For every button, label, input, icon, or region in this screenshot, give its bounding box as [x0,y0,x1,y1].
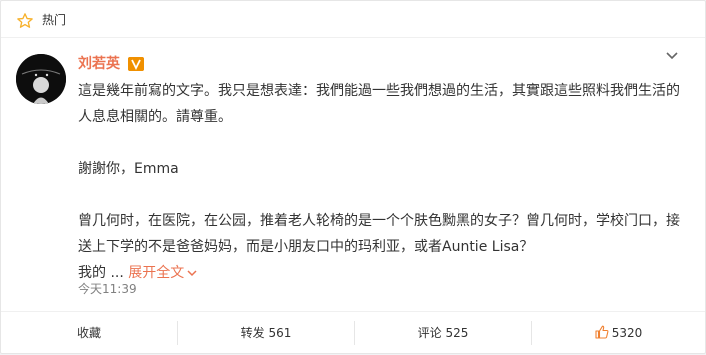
post-paragraph-1: 這是幾年前寫的文字。我只是想表達：我們能過一些我們想過的生活，其實跟這些照料我們… [78,83,680,125]
thumbs-up-icon [595,325,609,339]
like-button[interactable]: 5320 [532,312,705,354]
post-paragraph-3: 曾几何时，在医院，在公园，推着老人轮椅的是一个个肤色黝黑的女子？曾几何时，学校门… [78,213,680,255]
repost-button[interactable]: 转发 561 [178,312,354,354]
weibo-card: 热门 刘若英 這是幾年前寫的文字。我只是想表達：我們能過一些我們想過的生活，其實… [0,0,706,354]
topbar: 热门 [1,1,705,38]
comment-label: 评论 525 [417,326,469,340]
avatar-image [16,54,66,104]
comment-button[interactable]: 评论 525 [355,312,531,354]
post-timestamp[interactable]: 今天11:39 [78,280,137,297]
post-paragraph-2: 謝謝你，Emma [78,161,179,177]
truncated-text: 我的 [78,265,106,281]
username[interactable]: 刘若英 [78,53,120,73]
favorite-button[interactable]: 收藏 [1,312,177,354]
expand-full-text-link[interactable]: 展开全文 [128,265,198,281]
ellipsis: ... [106,265,129,281]
action-bar: 收藏 转发 561 评论 525 5320 [1,311,705,354]
chevron-down-icon [187,270,197,277]
repost-label: 转发 561 [240,326,292,340]
star-outline-icon[interactable] [16,12,34,30]
favorite-label: 收藏 [76,326,101,340]
like-count: 5320 [611,326,643,340]
post-truncated-line: 我的 ... 展开全文 [78,260,688,286]
avatar[interactable] [16,54,66,104]
hot-label: 热门 [42,13,67,27]
verified-badge-icon [128,57,144,71]
post-content: 這是幾年前寫的文字。我只是想表達：我們能過一些我們想過的生活，其實跟這些照料我們… [78,78,688,286]
chevron-down-icon[interactable] [665,51,679,61]
